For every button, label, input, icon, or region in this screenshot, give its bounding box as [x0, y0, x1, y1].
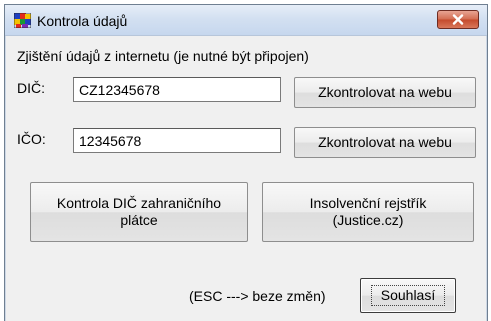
title-bar[interactable]: Kontrola údajů [5, 5, 487, 36]
ico-check-button-label: Zkontrolovat na webu [318, 134, 452, 150]
ico-check-button[interactable]: Zkontrolovat na webu [294, 127, 476, 158]
ico-label: IČO: [17, 131, 46, 147]
confirm-button-label: Souhlasí [370, 285, 446, 306]
section-heading: Zjištění údajů z internetu (je nutné být… [17, 48, 309, 64]
dialog-window: Kontrola údajů Zjištění údajů z internet… [4, 4, 488, 321]
ico-field[interactable] [73, 128, 281, 153]
colorful-puzzle-icon [13, 12, 32, 29]
dic-check-button[interactable]: Zkontrolovat na webu [294, 77, 476, 108]
insolvency-register-button[interactable]: Insolvenční rejstřík (Justice.cz) [262, 182, 474, 242]
dialog-client-area: Zjištění údajů z internetu (je nutné být… [5, 36, 487, 321]
esc-hint: (ESC ---> beze změn) [189, 288, 326, 304]
confirm-button[interactable]: Souhlasí [360, 278, 456, 313]
insolvency-register-button-line1: Insolvenční rejstřík [309, 195, 427, 211]
foreign-vat-check-button-line2: plátce [120, 212, 158, 228]
foreign-vat-check-button[interactable]: Kontrola DIČ zahraničního plátce [30, 182, 248, 242]
insolvency-register-button-line2: (Justice.cz) [332, 212, 404, 228]
dic-check-button-label: Zkontrolovat na webu [318, 84, 452, 100]
window-title: Kontrola údajů [37, 13, 128, 29]
dic-label: DIČ: [17, 80, 45, 96]
dic-field[interactable] [73, 77, 281, 102]
close-button[interactable] [437, 10, 479, 29]
close-icon [438, 11, 478, 28]
foreign-vat-check-button-line1: Kontrola DIČ zahraničního [56, 195, 222, 211]
